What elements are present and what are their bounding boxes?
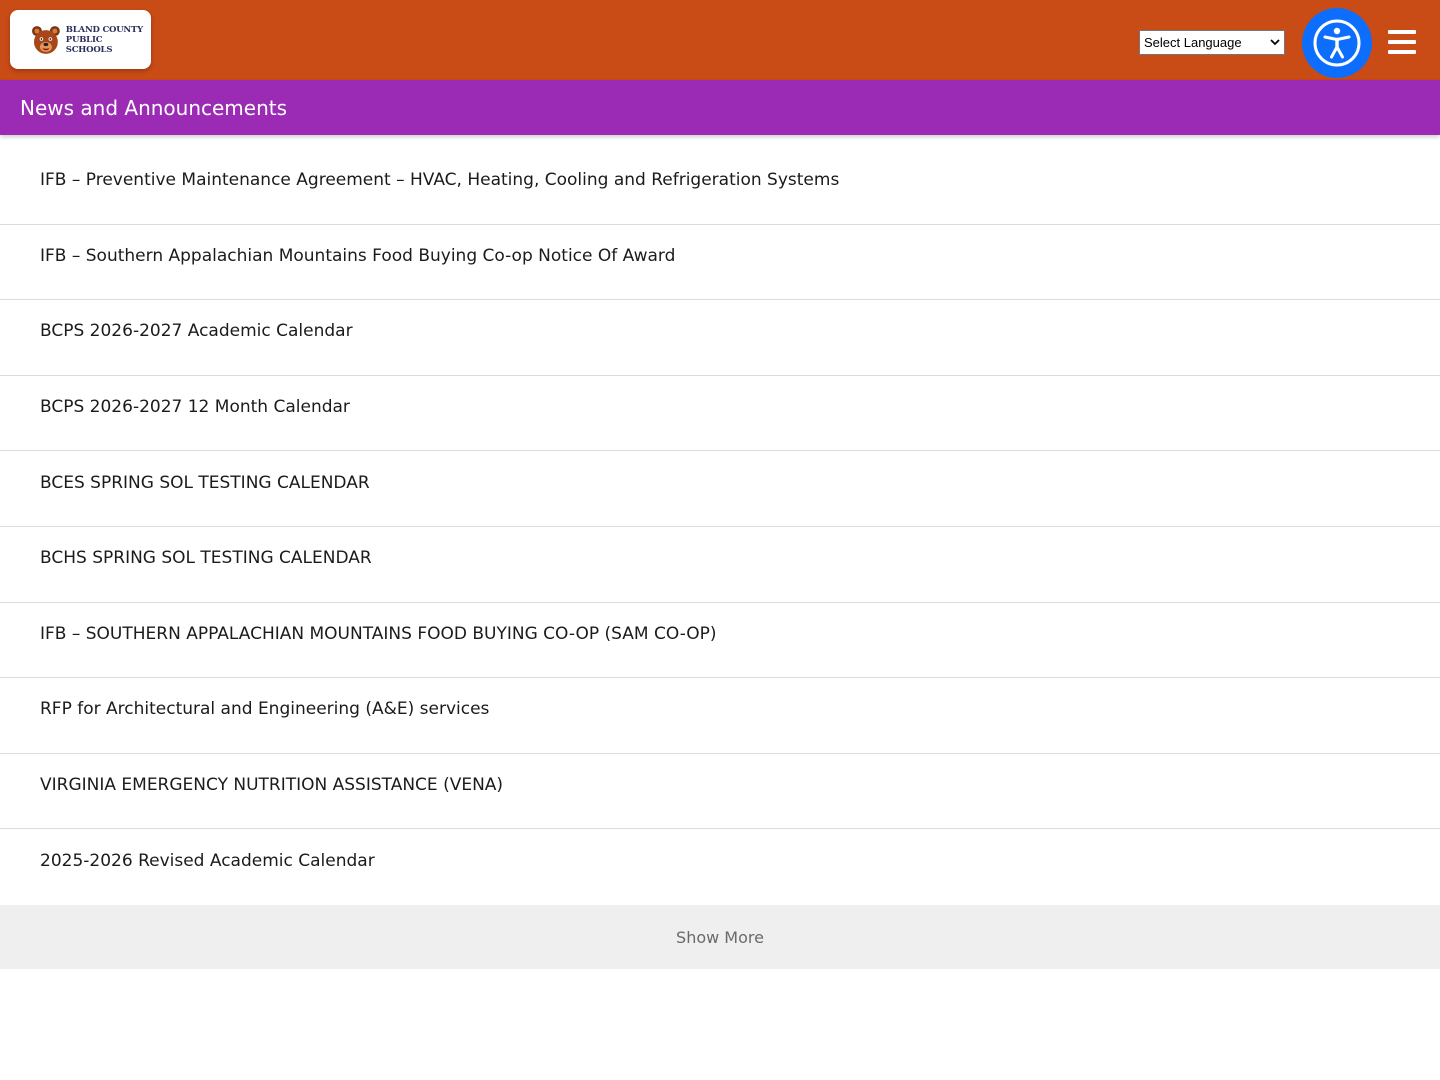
news-link[interactable]: VIRGINIA EMERGENCY NUTRITION ASSISTANCE … [40, 775, 503, 795]
list-item: RFP for Architectural and Engineering (A… [0, 678, 1440, 754]
news-link[interactable]: BCES SPRING SOL TESTING CALENDAR [40, 473, 370, 493]
language-select[interactable]: Select Language [1139, 30, 1285, 55]
list-item: IFB – Southern Appalachian Mountains Foo… [0, 225, 1440, 301]
list-item: IFB – Preventive Maintenance Agreement –… [0, 149, 1440, 225]
bear-mascot-icon [31, 25, 60, 54]
list-item: BCPS 2026-2027 12 Month Calendar [0, 376, 1440, 452]
menu-bar-bottom [1388, 50, 1416, 54]
news-link[interactable]: 2025-2026 Revised Academic Calendar [40, 851, 375, 871]
section-title: News and Announcements [20, 96, 288, 120]
news-link[interactable]: BCPS 2026-2027 12 Month Calendar [40, 397, 350, 417]
hamburger-menu-icon[interactable] [1388, 30, 1416, 54]
news-link[interactable]: IFB – Southern Appalachian Mountains Foo… [40, 246, 675, 266]
list-item: BCES SPRING SOL TESTING CALENDAR [0, 451, 1440, 527]
language-select-value: Select Language [1144, 35, 1242, 50]
accessibility-button[interactable] [1302, 8, 1372, 78]
news-list: IFB – Preventive Maintenance Agreement –… [0, 149, 1440, 905]
section-header: News and Announcements [0, 80, 1440, 135]
news-link[interactable]: BCHS SPRING SOL TESTING CALENDAR [40, 548, 372, 568]
site-header: BLAND COUNTY PUBLIC SCHOOLS Select Langu… [0, 0, 1440, 80]
news-link[interactable]: IFB – SOUTHERN APPALACHIAN MOUNTAINS FOO… [40, 624, 717, 644]
site-logo-link[interactable]: BLAND COUNTY PUBLIC SCHOOLS [10, 10, 151, 69]
logo-line-2: PUBLIC SCHOOLS [65, 34, 113, 55]
logo-wordmark: BLAND COUNTY PUBLIC SCHOOLS [66, 25, 151, 55]
logo-line-1: BLAND COUNTY [65, 24, 143, 35]
show-more-button[interactable]: Show More [0, 905, 1440, 969]
list-item: IFB – SOUTHERN APPALACHIAN MOUNTAINS FOO… [0, 603, 1440, 679]
chevron-down-icon [1270, 39, 1280, 46]
list-item: BCPS 2026-2027 Academic Calendar [0, 300, 1440, 376]
list-item: VIRGINIA EMERGENCY NUTRITION ASSISTANCE … [0, 754, 1440, 830]
accessibility-person-icon [1313, 19, 1361, 67]
list-item: BCHS SPRING SOL TESTING CALENDAR [0, 527, 1440, 603]
list-item: 2025-2026 Revised Academic Calendar [0, 829, 1440, 905]
news-link[interactable]: RFP for Architectural and Engineering (A… [40, 699, 489, 719]
news-link[interactable]: IFB – Preventive Maintenance Agreement –… [40, 170, 839, 190]
menu-bar-middle [1388, 40, 1416, 44]
menu-bar-top [1388, 30, 1416, 34]
news-link[interactable]: BCPS 2026-2027 Academic Calendar [40, 321, 353, 341]
